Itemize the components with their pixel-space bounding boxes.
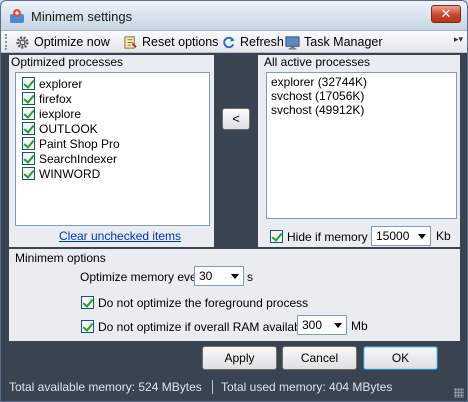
resize-grip-icon[interactable] — [454, 388, 464, 398]
checkbox[interactable] — [22, 92, 35, 105]
refresh-button[interactable]: Refresh — [221, 33, 284, 51]
hide-memory-value: 15000 — [376, 229, 410, 243]
foreground-option-row[interactable]: Do not optimize the foreground process — [81, 295, 308, 310]
options-panel: Minimem options Optimize memory every 30… — [9, 249, 460, 341]
optimized-list[interactable]: explorer firefox iexplore OUTLOOK Paint … — [15, 72, 210, 226]
ram-label: Do not optimize if overall RAM available… — [98, 319, 321, 334]
checkbox[interactable] — [22, 122, 35, 135]
process-name: iexplore — [39, 106, 82, 121]
gear-icon — [16, 35, 29, 49]
list-item[interactable]: explorer (32744K) — [271, 75, 367, 89]
checkbox[interactable] — [22, 137, 35, 150]
list-item[interactable]: SearchIndexer — [22, 151, 117, 166]
hide-memory-unit: Kb — [436, 229, 451, 243]
process-name: SearchIndexer — [39, 151, 118, 166]
used-memory-status: Total used memory: 404 MBytes — [221, 380, 393, 394]
task-manager-button[interactable]: Task Manager — [285, 33, 383, 51]
status-bar: Total available memory: 524 MBytes Total… — [1, 373, 467, 401]
list-item[interactable]: Paint Shop Pro — [22, 136, 120, 151]
process-name: firefox — [39, 91, 72, 106]
foreground-checkbox[interactable] — [81, 296, 94, 309]
apply-button[interactable]: Apply — [202, 346, 277, 370]
hide-if-memory-checkbox[interactable] — [270, 230, 283, 243]
toolbar: Optimize now Reset options Refresh Task … — [1, 31, 467, 53]
checkbox[interactable] — [22, 167, 35, 180]
optimize-interval-select[interactable]: 30 — [194, 266, 244, 286]
active-label: All active processes — [264, 55, 371, 69]
hide-if-memory-row[interactable]: Hide if memory < — [270, 229, 378, 244]
list-item[interactable]: explorer — [22, 76, 82, 91]
optimize-interval-unit: s — [247, 270, 253, 284]
ram-checkbox[interactable] — [81, 320, 94, 333]
chevron-down-icon[interactable] — [227, 267, 243, 285]
chevron-down-icon[interactable] — [414, 227, 430, 245]
title-bar[interactable]: Minimem settings ✕ — [1, 1, 467, 31]
ram-option-row[interactable]: Do not optimize if overall RAM available… — [81, 319, 320, 334]
reset-options-button[interactable]: Reset options — [123, 33, 218, 51]
options-label: Minimem options — [15, 251, 106, 265]
list-item[interactable]: firefox — [22, 91, 72, 106]
cancel-button[interactable]: Cancel — [282, 346, 357, 370]
process-name: Paint Shop Pro — [39, 136, 120, 151]
reset-icon — [124, 35, 137, 49]
active-list[interactable]: explorer (32744K) svchost (17056K) svcho… — [266, 72, 457, 219]
checkbox[interactable] — [22, 107, 35, 120]
close-button[interactable]: ✕ — [431, 5, 461, 23]
task-manager-label: Task Manager — [304, 35, 383, 49]
optimized-label: Optimized processes — [11, 55, 124, 69]
list-item[interactable]: OUTLOOK — [22, 121, 98, 136]
optimize-now-button[interactable]: Optimize now — [15, 33, 110, 51]
app-icon — [10, 9, 24, 23]
process-name: OUTLOOK — [39, 121, 98, 136]
chevron-down-icon[interactable] — [330, 316, 346, 334]
clear-unchecked-link[interactable]: Clear unchecked items — [59, 229, 181, 243]
list-item[interactable]: svchost (17056K) — [271, 89, 364, 103]
ram-threshold-select[interactable]: 300 — [297, 315, 347, 335]
optimize-every-label: Optimize memory every — [80, 270, 207, 284]
settings-window: Minimem settings ✕ Optimize now Reset op… — [0, 0, 468, 402]
move-to-optimized-button[interactable]: < — [222, 108, 250, 130]
ram-threshold-value: 300 — [302, 318, 323, 332]
hide-if-memory-label: Hide if memory < — [287, 229, 379, 244]
refresh-icon — [223, 36, 235, 48]
optimized-panel: Optimized processes explorer firefox iex… — [9, 55, 214, 247]
toolbar-grip[interactable] — [5, 34, 8, 50]
status-separator — [212, 380, 213, 394]
optimize-now-label: Optimize now — [34, 35, 110, 49]
window-title: Minimem settings — [31, 9, 133, 24]
reset-options-label: Reset options — [142, 35, 219, 49]
ok-button[interactable]: OK — [363, 346, 438, 370]
close-icon: ✕ — [440, 6, 452, 21]
available-memory-status: Total available memory: 524 MBytes — [9, 380, 202, 394]
monitor-icon — [285, 35, 300, 50]
hide-memory-select[interactable]: 15000 — [371, 226, 431, 246]
optimize-interval-value: 30 — [199, 269, 213, 283]
active-panel: All active processes explorer (32744K) s… — [258, 55, 460, 247]
process-name: explorer — [39, 76, 83, 91]
refresh-label: Refresh — [240, 35, 284, 49]
list-item[interactable]: iexplore — [22, 106, 81, 121]
checkbox[interactable] — [22, 152, 35, 165]
ram-threshold-unit: Mb — [351, 319, 368, 333]
toolbar-overflow-icon[interactable]: ▸▾ — [454, 34, 463, 45]
list-item[interactable]: WINWORD — [22, 166, 100, 181]
process-name: WINWORD — [39, 166, 101, 181]
foreground-label: Do not optimize the foreground process — [98, 295, 309, 310]
checkbox[interactable] — [22, 77, 35, 90]
list-item[interactable]: svchost (49912K) — [271, 103, 364, 117]
